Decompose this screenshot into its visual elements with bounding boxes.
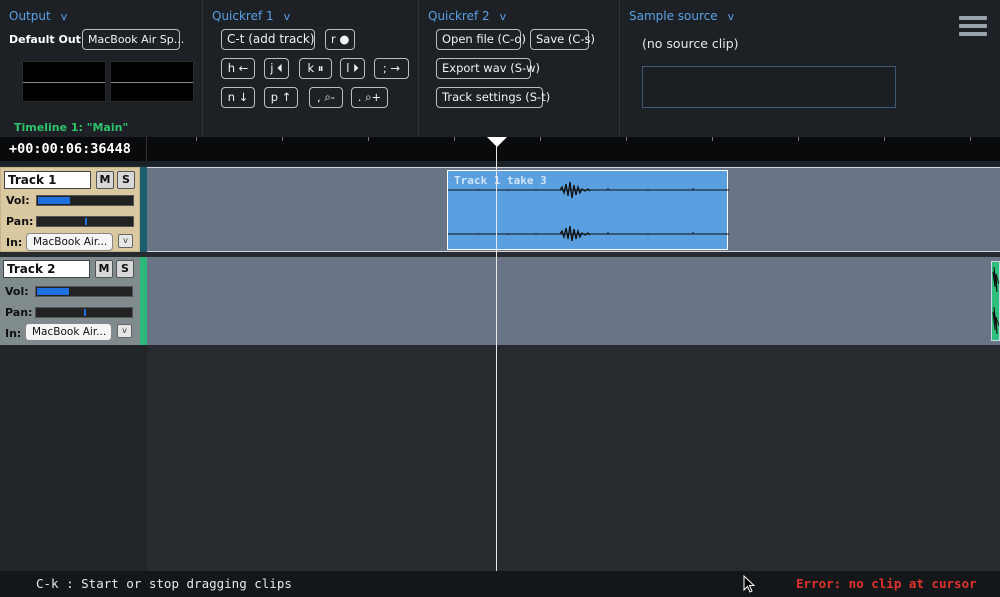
solo-button[interactable]: S: [116, 260, 134, 278]
dropdown-arrow-icon[interactable]: v: [118, 234, 133, 248]
record-button[interactable]: r ●: [325, 29, 355, 50]
in-label: In:: [5, 327, 22, 340]
volume-slider[interactable]: [36, 195, 134, 206]
source-clip-box[interactable]: [642, 66, 896, 108]
output-meter-left: [22, 61, 106, 102]
empty-header-column: [0, 345, 147, 571]
ruler-tick: [540, 137, 541, 141]
move-right-button[interactable]: ; →: [374, 58, 409, 79]
pan-slider[interactable]: [35, 307, 133, 318]
ruler-tick: [368, 137, 369, 141]
track-1-header[interactable]: Track 1 M S Vol: Pan: In: MacBook Air...…: [0, 167, 140, 252]
volume-fill: [38, 197, 70, 204]
top-panels: Output v Default Out: MacBook Air Sp... T…: [0, 0, 1000, 137]
quickref1-header[interactable]: Quickref 1 v: [212, 9, 290, 23]
quickref1-panel: Quickref 1v C-t (add track) r ● h ← j ⏴ …: [203, 0, 419, 137]
pause-button[interactable]: k ⏸: [299, 58, 332, 79]
zoom-out-button[interactable]: , ⌕-: [309, 87, 343, 108]
output-meter-right: [110, 61, 194, 102]
ruler-tick: [798, 137, 799, 141]
status-bar: C-k : Start or stop dragging clips Error…: [0, 571, 1000, 597]
ruler-tick: [712, 137, 713, 141]
ruler-tick: [282, 137, 283, 141]
move-down-button[interactable]: n ↓: [221, 87, 255, 108]
rewind-button[interactable]: j ⏴: [264, 58, 289, 79]
quickref2-panel: Quickref 2 v Open file (C-o) Save (C-s) E…: [419, 0, 620, 137]
output-panel: Output v Default Out: MacBook Air Sp... T…: [0, 0, 203, 137]
sample-source-panel: Sample source v (no source clip): [620, 0, 1000, 137]
chevron-down-icon[interactable]: v: [728, 10, 735, 23]
dropdown-arrow-icon[interactable]: v: [117, 324, 132, 338]
track-2-lane[interactable]: [147, 257, 1000, 345]
chevron-down-icon[interactable]: v: [61, 10, 68, 23]
mute-button[interactable]: M: [95, 260, 113, 278]
no-source-text: (no source clip): [642, 36, 739, 51]
waveform: [992, 266, 999, 335]
playhead-marker-icon[interactable]: [487, 137, 507, 147]
track-color-stripe: [140, 257, 147, 345]
pan-label: Pan:: [5, 306, 33, 319]
quickref1-title: Quickref 1: [212, 9, 274, 23]
sample-source-header[interactable]: Sample source v: [629, 9, 734, 23]
audio-clip[interactable]: [991, 261, 1000, 341]
hamburger-menu-icon[interactable]: [959, 16, 987, 38]
default-out-label: Default Out:: [9, 33, 86, 46]
open-file-button[interactable]: Open file (C-o): [436, 29, 526, 50]
timeline-ruler[interactable]: +00:00:06:36448: [0, 137, 1000, 161]
add-track-button[interactable]: C-t (add track): [221, 29, 315, 50]
ruler-bottom-strip: [0, 161, 1000, 166]
vol-label: Vol:: [5, 285, 29, 298]
output-device-select[interactable]: MacBook Air Sp...: [82, 29, 184, 50]
timecode-display: +00:00:06:36448: [9, 141, 131, 157]
track-input-select[interactable]: MacBook Air...: [25, 323, 112, 341]
volume-slider[interactable]: [35, 286, 133, 297]
vol-label: Vol:: [6, 194, 30, 207]
mouse-cursor-icon: [743, 575, 755, 593]
audio-clip[interactable]: Track 1 take 3: [447, 170, 729, 250]
output-panel-title: Output: [9, 9, 51, 23]
save-button[interactable]: Save (C-s): [530, 29, 595, 50]
sample-source-title: Sample source: [629, 9, 718, 23]
output-panel-header[interactable]: Output v: [9, 9, 67, 23]
zoom-in-button[interactable]: . ⌕+: [351, 87, 388, 108]
solo-button[interactable]: S: [117, 171, 135, 189]
volume-fill: [37, 288, 69, 295]
ruler-tick: [626, 137, 627, 141]
track-settings-button[interactable]: Track settings (S-t): [436, 87, 550, 108]
playhead-line: [496, 145, 497, 571]
track-2-header[interactable]: Track 2 M S Vol: Pan: In: MacBook Air...…: [0, 257, 140, 345]
ruler-tick: [970, 137, 971, 141]
track-input-select[interactable]: MacBook Air...: [26, 233, 113, 251]
chevron-down-icon[interactable]: v: [284, 10, 291, 23]
chevron-down-icon[interactable]: v: [500, 10, 507, 23]
pan-label: Pan:: [6, 215, 34, 228]
move-up-button[interactable]: p ↑: [264, 87, 298, 108]
play-button[interactable]: l ⏵: [340, 58, 365, 79]
status-error: Error: no clip at cursor: [796, 576, 977, 591]
track-color-stripe: [140, 167, 147, 252]
track-name[interactable]: Track 2: [3, 260, 90, 278]
daw-window: Output v Default Out: MacBook Air Sp... T…: [0, 0, 1000, 597]
timeline-label[interactable]: Timeline 1: "Main": [14, 121, 128, 134]
mute-button[interactable]: M: [96, 171, 114, 189]
in-label: In:: [6, 236, 23, 249]
export-wav-button[interactable]: Export wav (S-w): [436, 58, 540, 79]
status-message: C-k : Start or stop dragging clips: [36, 576, 292, 591]
quickref2-header[interactable]: Quickref 2 v: [428, 9, 506, 23]
ruler-tick: [196, 137, 197, 141]
pan-indicator: [85, 218, 87, 225]
pan-slider[interactable]: [36, 216, 134, 227]
ruler-tick: [884, 137, 885, 141]
clip-title: Track 1 take 3: [454, 174, 547, 187]
move-left-button[interactable]: h ←: [221, 58, 255, 79]
track-2: Track 2 M S Vol: Pan: In: MacBook Air...…: [0, 257, 1000, 345]
track-name[interactable]: Track 1: [4, 171, 91, 189]
empty-timeline-area[interactable]: [0, 345, 1000, 571]
ruler-divider: [146, 137, 147, 161]
quickref2-title: Quickref 2: [428, 9, 490, 23]
pan-indicator: [84, 309, 86, 316]
ruler-tick: [454, 137, 455, 141]
